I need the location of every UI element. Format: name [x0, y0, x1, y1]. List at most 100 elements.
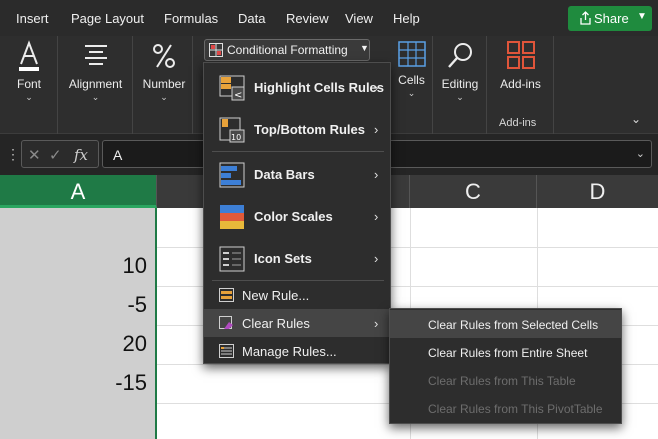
menu-icon-sets[interactable]: Icon Sets › — [204, 238, 390, 280]
addins-label: Add-ins — [500, 77, 541, 91]
color-scales-icon — [220, 205, 244, 229]
cell-a-value[interactable]: 10 — [123, 253, 147, 279]
menu-manage-rules[interactable]: Manage Rules... — [204, 337, 390, 365]
menu-data-bars[interactable]: Data Bars › — [204, 154, 390, 196]
addins-button[interactable]: Add-ins — [491, 40, 550, 91]
formula-buttons: ✕ ✓ fx — [21, 140, 99, 168]
font-label: Font — [16, 77, 41, 91]
menu-review[interactable]: Review — [286, 11, 329, 26]
number-group: Number ⌄ — [133, 36, 193, 134]
align-icon — [84, 45, 107, 65]
manage-rules-icon — [219, 344, 234, 358]
icon-sets-icon — [219, 246, 245, 272]
addins-icon — [506, 41, 535, 69]
new-rule-icon — [219, 288, 234, 302]
eraser-icon — [219, 316, 233, 329]
font-group: Font ⌄ — [0, 36, 58, 134]
column-a-cells[interactable]: 10 -5 20 -15 — [0, 208, 157, 439]
cells-group: Cells ⌄ — [390, 36, 433, 134]
menu-separator — [212, 151, 384, 152]
menu-view[interactable]: View — [345, 11, 373, 26]
search-icon — [448, 43, 472, 68]
chevron-right-icon: › — [374, 251, 379, 266]
column-header-a[interactable]: A — [0, 175, 157, 208]
menu-label: Data Bars — [254, 167, 315, 182]
submenu-label: Clear Rules from This PivotTable — [428, 402, 603, 416]
number-button[interactable]: Number ⌄ — [137, 40, 191, 103]
percent-icon — [153, 44, 175, 68]
cell-a-value[interactable]: -15 — [115, 370, 147, 396]
menu-label: Clear Rules — [242, 316, 310, 331]
submenu-label: Clear Rules from This Table — [428, 374, 576, 388]
chevron-down-icon: ⌄ — [456, 92, 464, 102]
menu-label: Icon Sets — [254, 251, 312, 266]
menu-label: Top/Bottom Rules — [254, 122, 365, 137]
editing-group: Editing ⌄ — [433, 36, 487, 134]
column-header-d[interactable]: D — [537, 175, 658, 208]
cells-label: Cells — [398, 73, 425, 87]
clear-rules-submenu: Clear Rules from Selected Cells Clear Ru… — [389, 308, 622, 424]
menu-formulas[interactable]: Formulas — [164, 11, 218, 26]
menu-data[interactable]: Data — [238, 11, 265, 26]
menu-insert[interactable]: Insert — [16, 11, 49, 26]
highlight-cells-icon: < — [219, 75, 245, 101]
cell-a-value[interactable]: 20 — [123, 331, 147, 357]
menu-bar: Insert Page Layout Formulas Data Review … — [0, 0, 658, 36]
editing-button[interactable]: Editing ⌄ — [435, 40, 485, 103]
column-header-c[interactable]: C — [410, 175, 537, 208]
addins-group-label: Add-ins — [499, 117, 537, 129]
share-icon — [580, 11, 591, 25]
cancel-icon[interactable]: ✕ — [28, 146, 41, 164]
chevron-right-icon: › — [374, 80, 379, 95]
editing-label: Editing — [441, 77, 479, 91]
conditional-formatting-icon — [209, 43, 223, 57]
conditional-formatting-button[interactable]: Conditional Formatting ▼ — [204, 39, 370, 61]
grip-icon[interactable]: ⋮ — [6, 146, 20, 163]
menu-label: Highlight Cells Rules — [254, 80, 385, 95]
conditional-formatting-label: Conditional Formatting — [227, 43, 348, 57]
font-button[interactable]: Font ⌄ — [4, 40, 54, 103]
chevron-right-icon: › — [374, 316, 379, 331]
menu-page-layout[interactable]: Page Layout — [71, 11, 144, 26]
chevron-down-icon: ⌄ — [91, 92, 100, 102]
conditional-formatting-menu: < Highlight Cells Rules › 10 Top/Bottom … — [203, 62, 391, 364]
menu-top-bottom-rules[interactable]: 10 Top/Bottom Rules › — [204, 109, 390, 151]
share-button[interactable]: Share ▼ — [568, 6, 652, 31]
fx-button[interactable]: fx — [74, 146, 88, 164]
check-icon[interactable]: ✓ — [49, 146, 62, 164]
menu-color-scales[interactable]: Color Scales › — [204, 196, 390, 238]
cell-a-value[interactable]: -5 — [127, 292, 147, 318]
submenu-label: Clear Rules from Selected Cells — [428, 318, 599, 332]
ribbon-collapse-icon[interactable]: ⌄ — [631, 112, 641, 126]
menu-label: Manage Rules... — [242, 344, 337, 359]
font-icon — [19, 40, 39, 71]
clear-rules-this-table: Clear Rules from This Table — [390, 366, 621, 394]
menu-label: Color Scales — [254, 209, 333, 224]
chevron-down-icon: ⌄ — [407, 88, 416, 98]
menu-clear-rules[interactable]: Clear Rules › — [204, 309, 390, 337]
number-label: Number — [142, 77, 186, 91]
chevron-down-icon: ▼ — [637, 11, 647, 22]
addins-group: Add-ins Add-ins — [487, 36, 554, 134]
svg-text:10: 10 — [231, 133, 241, 142]
chevron-down-icon[interactable]: ⌄ — [636, 147, 645, 160]
cells-icon — [397, 41, 426, 67]
clear-rules-selected-cells[interactable]: Clear Rules from Selected Cells — [390, 310, 621, 338]
chevron-right-icon: › — [374, 167, 379, 182]
data-bars-icon — [219, 162, 245, 188]
top-bottom-icon: 10 — [219, 117, 245, 143]
menu-help[interactable]: Help — [393, 11, 420, 26]
menu-new-rule[interactable]: New Rule... — [204, 281, 390, 309]
menu-highlight-cells-rules[interactable]: < Highlight Cells Rules › — [204, 67, 390, 109]
menu-label: New Rule... — [242, 288, 310, 303]
formula-value: A — [113, 147, 123, 163]
cells-button[interactable]: Cells ⌄ — [392, 40, 431, 99]
share-label: Share — [594, 11, 629, 26]
clear-rules-entire-sheet[interactable]: Clear Rules from Entire Sheet — [390, 338, 621, 366]
chevron-right-icon: › — [374, 122, 379, 137]
clear-rules-this-pivottable: Clear Rules from This PivotTable — [390, 394, 621, 422]
svg-text:<: < — [234, 90, 242, 101]
chevron-down-icon: ▼ — [360, 43, 369, 53]
alignment-button[interactable]: Alignment ⌄ — [62, 40, 129, 103]
alignment-label: Alignment — [68, 77, 123, 91]
